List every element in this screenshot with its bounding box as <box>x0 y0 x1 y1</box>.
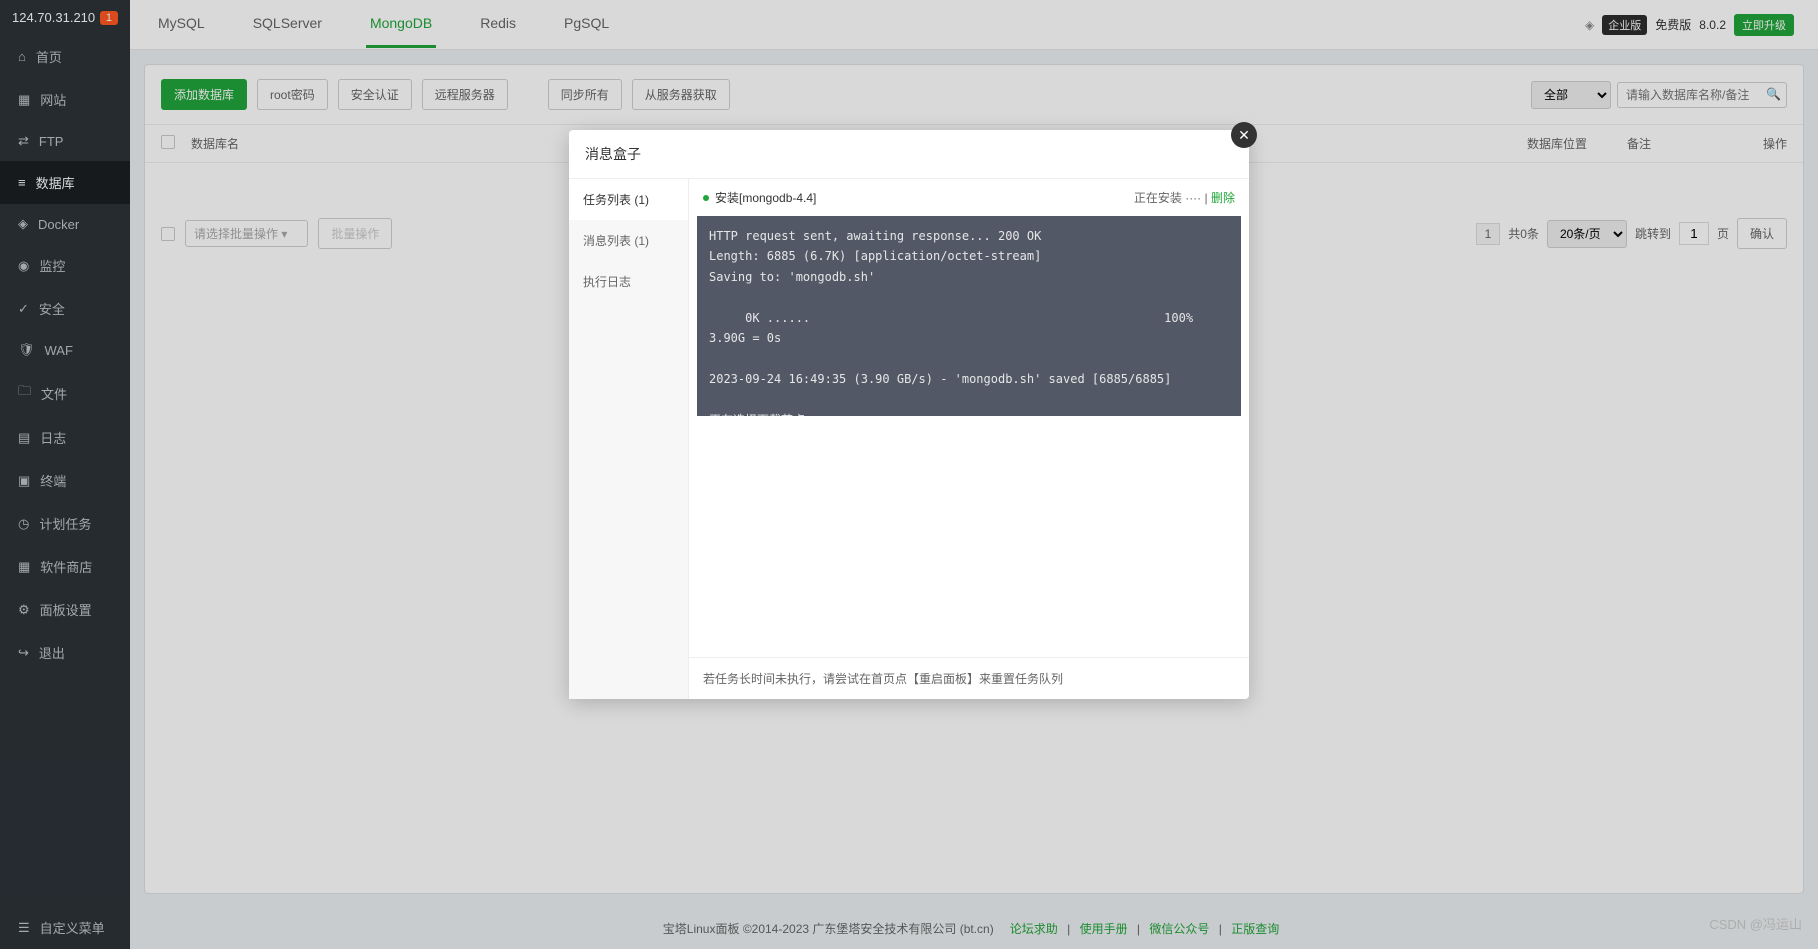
task-delete-link[interactable]: 删除 <box>1211 191 1235 205</box>
console-output[interactable]: HTTP request sent, awaiting response... … <box>697 216 1241 416</box>
task-name: 安装[mongodb-4.4] <box>715 189 816 206</box>
modal-sidebar: 任务列表 (1) 消息列表 (1) 执行日志 <box>569 179 689 699</box>
modal-content: 安装[mongodb-4.4] 正在安装 ···· | 删除 HTTP requ… <box>689 179 1249 699</box>
task-status: 正在安装 ···· <box>1134 191 1201 205</box>
modal-overlay: ✕ 消息盒子 任务列表 (1) 消息列表 (1) 执行日志 安装[mongodb… <box>0 0 1818 949</box>
status-dot-icon <box>703 195 709 201</box>
modal-title: 消息盒子 <box>569 130 1249 179</box>
modal-footer-text: 若任务长时间未执行，请尝试在首页点【重启面板】来重置任务队列 <box>689 657 1249 699</box>
modal-tab-tasks[interactable]: 任务列表 (1) <box>569 179 688 220</box>
modal-close-button[interactable]: ✕ <box>1231 122 1257 148</box>
modal-tab-logs[interactable]: 执行日志 <box>569 261 688 302</box>
modal-tab-messages[interactable]: 消息列表 (1) <box>569 220 688 261</box>
task-header: 安装[mongodb-4.4] 正在安装 ···· | 删除 <box>689 179 1249 216</box>
message-box-modal: ✕ 消息盒子 任务列表 (1) 消息列表 (1) 执行日志 安装[mongodb… <box>569 130 1249 699</box>
